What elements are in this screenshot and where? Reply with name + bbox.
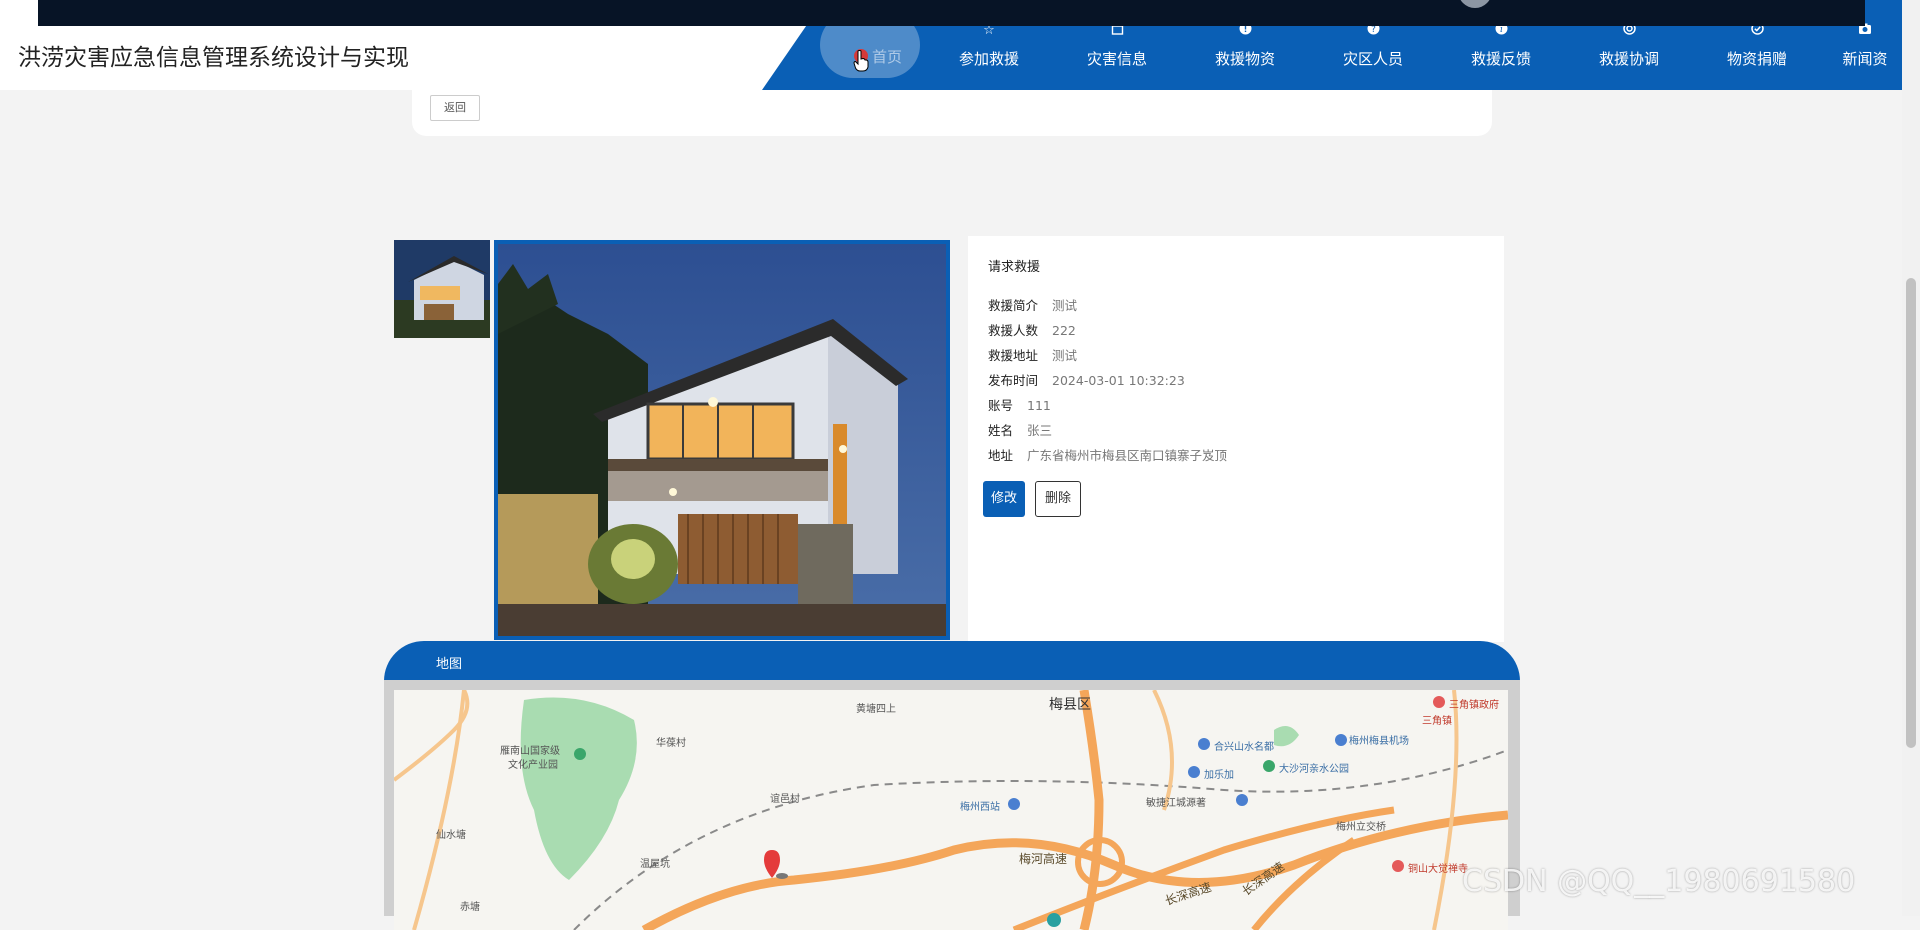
info-key: 地址 (988, 448, 1014, 463)
info-key: 账号 (988, 398, 1014, 413)
nav-item-label: 灾害信息 (1086, 50, 1147, 68)
map-frame: 梅县区 三角镇政府 三角镇 梅州梅县机场 黄塘四上 华葆村 雁南山国家级 文化产… (384, 680, 1520, 930)
map-title: 地图 (436, 657, 463, 672)
svg-text:?: ? (1371, 25, 1376, 35)
nav-item-news[interactable]: 新闻资 (1825, 22, 1905, 82)
map-label: 梅县区 (1049, 697, 1091, 713)
map-label: 三角镇政府 (1449, 700, 1499, 711)
delete-button[interactable]: 删除 (1035, 481, 1081, 517)
map-label: 大沙河亲水公园 (1279, 764, 1349, 775)
map-canvas[interactable]: 梅县区 三角镇政府 三角镇 梅州梅县机场 黄塘四上 华葆村 雁南山国家级 文化产… (394, 690, 1508, 930)
map-label: 文化产业园 (508, 760, 558, 771)
nav-item-label: 灾区人员 (1342, 50, 1403, 68)
info-value: 测试 (1052, 348, 1078, 363)
nav-item-rescue-coordination[interactable]: 救援协调 (1569, 22, 1689, 82)
map-label: 梅州梅县机场 (1349, 736, 1409, 747)
map-label: 加乐加 (1204, 770, 1234, 781)
info-key: 发布时间 (988, 373, 1039, 388)
map-label: 铜山大觉禅寺 (1408, 864, 1468, 875)
nav-item-disaster-info[interactable]: 灾害信息 (1057, 21, 1177, 82)
info-value: 2024-03-01 10:32:23 (1052, 373, 1185, 388)
info-key: 救援人数 (988, 323, 1039, 338)
map-label: 雁南山国家级 (500, 746, 560, 757)
map-label: 黄塘四上 (856, 704, 896, 715)
info-key: 救援简介 (988, 298, 1039, 313)
scrollbar-thumb[interactable] (1906, 278, 1916, 748)
edit-button[interactable]: 修改 (983, 481, 1025, 517)
nav-item-label: 首页 (872, 48, 903, 66)
map-label: 合兴山水名都 (1214, 742, 1274, 753)
info-row-name: 姓名 张三 (988, 420, 1052, 439)
nav-item-label: 救援协调 (1598, 50, 1659, 68)
info-value: 广东省梅州市梅县区南口镇寨子岌顶 (1027, 448, 1228, 463)
map-label: 赤塘 (460, 902, 480, 913)
map-label: 三角镇 (1422, 716, 1452, 727)
nav-item-donation[interactable]: 物资捐赠 (1697, 22, 1817, 82)
info-value: 222 (1052, 323, 1076, 338)
map-label: 梅河高速 (1019, 852, 1068, 866)
info-value: 111 (1027, 398, 1051, 413)
info-key: 姓名 (988, 423, 1014, 438)
map-header: 地图 (384, 641, 1520, 681)
map-label: 谊邑村 (770, 794, 800, 805)
site-title: 洪涝灾害应急信息管理系统设计与实现 (18, 45, 409, 71)
svg-text:i: i (1500, 25, 1503, 35)
photo-thumbnail[interactable] (394, 240, 490, 338)
map-label: 梅州西站 (960, 802, 1000, 813)
info-value: 张三 (1027, 423, 1053, 438)
info-row-intro: 救援简介 测试 (988, 295, 1077, 314)
back-button[interactable]: 返回 (430, 95, 480, 121)
info-key: 救援地址 (988, 348, 1039, 363)
main-photo (494, 240, 950, 640)
map-label: 敏捷江城源著 (1146, 798, 1206, 809)
nav-item-label: 救援反馈 (1470, 50, 1531, 68)
watermark: CSDN @QQ__1980691580 (1462, 864, 1856, 899)
map-label: 梅州立交桥 (1336, 822, 1386, 833)
info-value: 测试 (1052, 298, 1078, 313)
info-row-account: 账号 111 (988, 395, 1051, 414)
nav-item-label: 新闻资 (1842, 50, 1888, 68)
nav-item-label: 参加救援 (958, 50, 1019, 68)
info-row-publish-time: 发布时间 2024-03-01 10:32:23 (988, 370, 1185, 389)
nav-item-join-rescue[interactable]: ☆ 参加救援 (929, 22, 1049, 82)
nav-item-label: 救援物资 (1214, 50, 1275, 68)
map-label: 温屋坑 (640, 859, 670, 870)
nav-item-rescue-feedback[interactable]: i 救援反馈 (1441, 22, 1561, 82)
detail-panel: 请求救援 救援简介 测试 救援人数 222 救援地址 测试 发布时间 2024-03-0… (968, 236, 1504, 642)
nav-item-disaster-people[interactable]: ? 灾区人员 (1313, 22, 1433, 82)
info-row-rescue-address: 救援地址 测试 (988, 345, 1077, 364)
top-overlay-bar (38, 0, 1865, 26)
map-label: 华葆村 (656, 738, 686, 749)
nav-item-label: 物资捐赠 (1726, 50, 1787, 68)
nav-item-rescue-supplies[interactable]: 救援物资 (1185, 22, 1305, 82)
detail-title: 请求救援 (988, 260, 1041, 275)
map-label: 仙水塘 (436, 830, 466, 841)
info-row-count: 救援人数 222 (988, 320, 1076, 339)
hand-cursor-icon (853, 50, 869, 72)
info-row-address: 地址 广东省梅州市梅县区南口镇寨子岌顶 (988, 445, 1227, 464)
